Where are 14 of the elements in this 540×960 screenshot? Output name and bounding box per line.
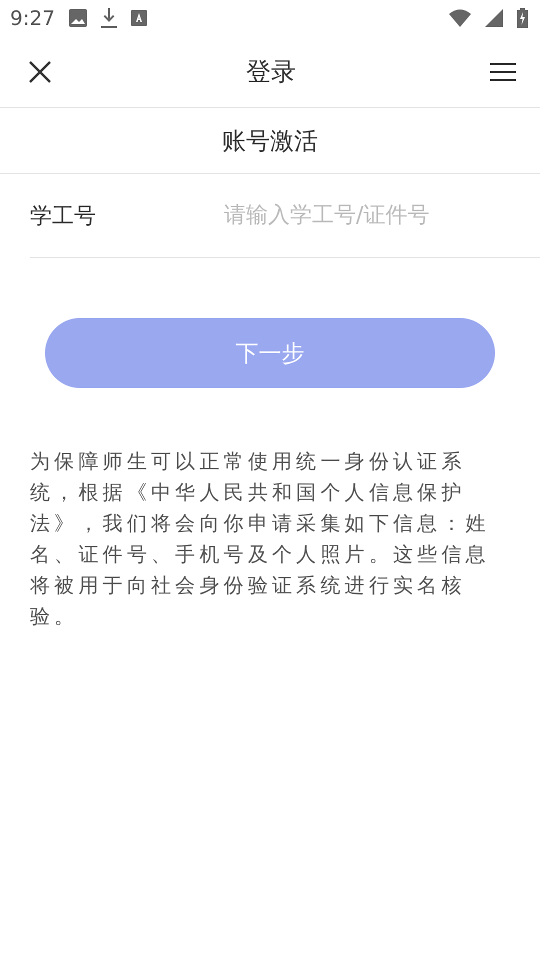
field-label: 学工号: [30, 202, 97, 230]
page-title: 登录: [246, 56, 296, 88]
signal-icon: [485, 9, 503, 27]
battery-icon: [517, 8, 528, 28]
image-icon: [68, 9, 87, 27]
input-field[interactable]: 请输入学工号/证件号: [222, 190, 540, 240]
menu-icon: [490, 62, 516, 80]
text-icon: [130, 10, 147, 26]
close-icon: [28, 60, 52, 84]
section-title: 账号激活: [222, 126, 318, 156]
privacy-notice: 为保障师生可以正常使用统一身份认证系统，根据《中华人民共和国个人信息保护法》，我们将会向你申请采集如下信息：姓名、证件号、手机号及个人照片。这些信息将被用于向社会身份验证系统进行实名核验。: [30, 448, 491, 630]
download-icon: [100, 8, 117, 28]
wifi-icon: [449, 9, 471, 27]
status-time: 9:27: [10, 6, 55, 30]
